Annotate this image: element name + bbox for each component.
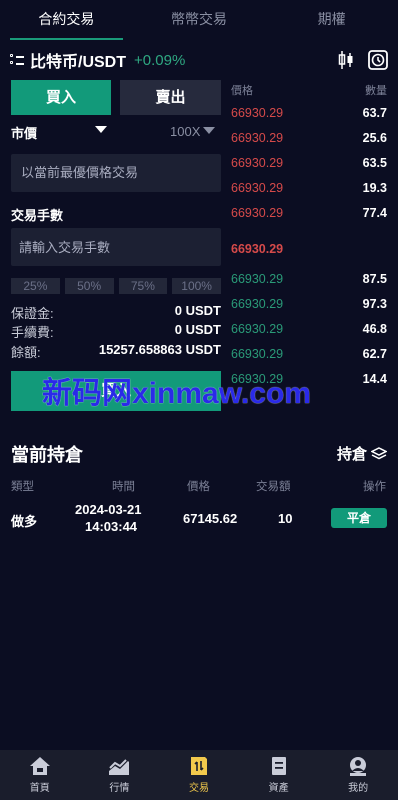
chart-icon: [109, 759, 130, 775]
col-time: 時間: [112, 481, 135, 493]
chevron-down-icon[interactable]: [95, 126, 107, 133]
nav-market-label: 行情: [109, 783, 130, 794]
ask-row[interactable]: 66930.29 77.4: [231, 206, 387, 220]
ask-price: 66930.29: [231, 206, 284, 220]
ask-qty: 25.6: [362, 131, 387, 145]
bid-price: 66930.29: [231, 272, 284, 286]
ask-qty: 77.4: [362, 206, 387, 220]
nav-home-label: 首頁: [29, 783, 50, 794]
nav-assets[interactable]: 資產: [239, 750, 319, 800]
bid-qty: 14.4: [362, 372, 387, 386]
nav-trade-label: 交易: [188, 783, 209, 794]
bid-price: 66930.29: [231, 347, 284, 361]
user-icon: [350, 757, 367, 776]
quantity-input[interactable]: [11, 228, 221, 266]
bid-qty: 97.3: [362, 297, 387, 311]
ask-qty: 63.5: [362, 156, 387, 170]
orderbook-header: 價格 數量: [231, 82, 387, 98]
margin-row: 保證金: 0 USDT: [11, 303, 221, 322]
bid-row[interactable]: 66930.29 46.8: [231, 322, 387, 336]
chevron-down-icon[interactable]: [203, 127, 215, 134]
position-time: 14:03:44: [85, 519, 138, 534]
nav-assets-label: 資產: [268, 783, 289, 794]
nav-profile[interactable]: 我的: [318, 750, 398, 800]
symbol-name[interactable]: 比特币/USDT: [30, 48, 126, 72]
percent-selector: 25% 50% 75% 100%: [11, 278, 221, 294]
ask-row[interactable]: 66930.29 25.6: [231, 131, 387, 145]
position-amount: 10: [278, 511, 293, 526]
quantity-label: 交易手數: [11, 208, 64, 223]
nav-profile-label: 我的: [348, 783, 369, 794]
ask-row[interactable]: 66930.29 63.5: [231, 156, 387, 170]
top-tabs: 合約交易 幣幣交易 期權: [0, 0, 398, 40]
positions-title: 當前持倉: [11, 445, 83, 465]
nav-market[interactable]: 行情: [80, 750, 160, 800]
tab-contract[interactable]: 合約交易: [0, 0, 133, 40]
percent-50-button[interactable]: 50%: [64, 278, 114, 294]
price-field[interactable]: 以當前最優價格交易: [11, 154, 221, 192]
bid-qty: 46.8: [362, 322, 387, 336]
tab-options[interactable]: 期權: [265, 0, 398, 40]
bid-price: 66930.29: [231, 297, 284, 311]
menu-list-icon[interactable]: [10, 53, 24, 67]
balance-row: 餘額: 15257.658863 USDT: [11, 342, 221, 361]
col-action: 操作: [363, 481, 386, 493]
bid-qty: 62.7: [362, 347, 387, 361]
watermark-text: 新码网xinmaw.com: [42, 377, 311, 410]
ask-qty: 63.7: [362, 106, 387, 120]
margin-value: 0 USDT: [174, 303, 221, 318]
margin-label: 保證金:: [11, 306, 54, 321]
candlestick-icon[interactable]: [338, 50, 354, 70]
buy-button[interactable]: 買入: [11, 80, 111, 115]
col-amount: 交易額: [256, 481, 291, 493]
balance-value: 15257.658863 USDT: [98, 342, 221, 357]
close-position-button[interactable]: 平倉: [331, 508, 387, 528]
ask-price: 66930.29: [231, 156, 284, 170]
clock-icon[interactable]: [368, 50, 388, 70]
bid-row[interactable]: 66930.29 87.5: [231, 272, 387, 286]
ask-row[interactable]: 66930.29 19.3: [231, 181, 387, 195]
fee-value: 0 USDT: [174, 322, 221, 337]
tab-spot[interactable]: 幣幣交易: [133, 0, 266, 40]
trade-icon: [190, 757, 207, 775]
fee-row: 手續費: 0 USDT: [11, 322, 221, 341]
bid-row[interactable]: 66930.29 97.3: [231, 297, 387, 311]
orderbook-qty-header: 數量: [365, 85, 387, 97]
ask-price: 66930.29: [231, 181, 284, 195]
ask-row[interactable]: 66930.29 63.7: [231, 106, 387, 120]
home-icon: [29, 757, 50, 775]
col-price: 價格: [187, 481, 210, 493]
leverage-select[interactable]: 100X: [170, 124, 200, 139]
layers-icon: [371, 446, 387, 459]
ask-qty: 19.3: [362, 181, 387, 195]
last-price: 66930.29: [231, 242, 284, 256]
nav-trade[interactable]: 交易: [159, 750, 239, 800]
ask-price: 66930.29: [231, 106, 284, 120]
symbol-header: 比特币/USDT +0.09%: [10, 46, 388, 74]
col-type: 類型: [11, 481, 34, 493]
bid-qty: 87.5: [362, 272, 387, 286]
order-type-select[interactable]: 市價: [11, 123, 37, 142]
symbol-change: +0.09%: [134, 51, 186, 69]
sell-button[interactable]: 賣出: [120, 80, 221, 115]
percent-25-button[interactable]: 25%: [11, 278, 60, 294]
positions-link[interactable]: 持倉: [337, 443, 387, 464]
bid-price: 66930.29: [231, 322, 284, 336]
orderbook-price-header: 價格: [231, 85, 253, 97]
bottom-nav: 首頁 行情 交易 資產 我的: [0, 750, 398, 800]
position-price: 67145.62: [183, 511, 238, 526]
percent-75-button[interactable]: 75%: [118, 278, 168, 294]
fee-label: 手續費:: [11, 325, 54, 340]
position-date: 2024-03-21: [75, 502, 142, 517]
percent-100-button[interactable]: 100%: [172, 278, 221, 294]
position-type: 做多: [11, 514, 38, 529]
position-row: 做多 2024-03-21 14:03:44 67145.62 10 平倉: [11, 502, 387, 538]
balance-label: 餘額:: [11, 345, 41, 360]
wallet-icon: [271, 757, 286, 775]
ask-price: 66930.29: [231, 131, 284, 145]
positions-link-label: 持倉: [336, 446, 367, 463]
bid-row[interactable]: 66930.29 62.7: [231, 347, 387, 361]
nav-home[interactable]: 首頁: [0, 750, 80, 800]
